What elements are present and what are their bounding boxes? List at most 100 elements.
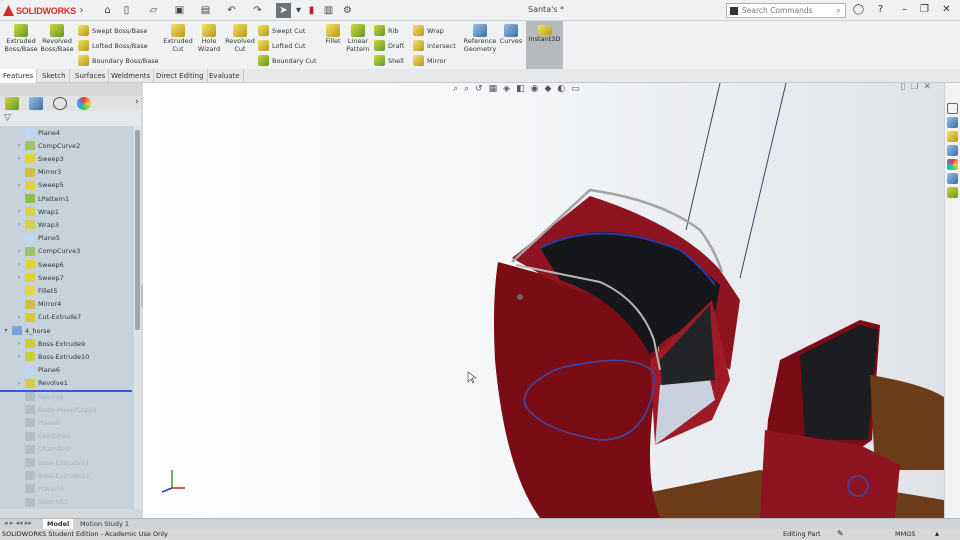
- extruded-boss-button[interactable]: Extruded Boss/Base: [4, 22, 38, 53]
- tab-model[interactable]: Model: [43, 519, 74, 529]
- rebuild-status-icon[interactable]: ✎: [837, 529, 844, 538]
- extruded-cut-button[interactable]: Extruded Cut: [162, 22, 194, 53]
- expand-arrow-icon[interactable]: ›: [15, 182, 23, 189]
- tree-node[interactable]: Body-Move/Copy1: [15, 403, 97, 416]
- file-properties-icon[interactable]: ▥: [321, 3, 336, 18]
- filter-icon[interactable]: ▽: [4, 113, 11, 123]
- expand-arrow-icon[interactable]: ›: [15, 314, 23, 321]
- expand-arrow-icon[interactable]: ›: [15, 248, 23, 255]
- tree-node[interactable]: › Revolve1: [15, 377, 68, 390]
- new-document-icon[interactable]: ▯: [119, 3, 134, 18]
- restore-button[interactable]: ❐: [918, 4, 931, 17]
- save-icon[interactable]: ▣: [172, 3, 187, 18]
- tab-scroll-arrows[interactable]: ◂ ▸ ◂◂ ▸▸: [4, 519, 32, 527]
- user-icon[interactable]: ◯: [852, 4, 865, 17]
- linear-pattern-button[interactable]: Linear Pattern: [345, 22, 371, 53]
- tree-node[interactable]: Plane4: [15, 126, 60, 139]
- tree-node[interactable]: › CompCurve2: [15, 139, 80, 152]
- options-gear-icon[interactable]: ⚙: [340, 3, 355, 18]
- tree-node[interactable]: › Sweep5: [15, 179, 64, 192]
- select-pointer-icon[interactable]: ➤: [276, 3, 291, 18]
- wrap-button[interactable]: Wrap: [413, 24, 444, 37]
- expand-arrow-icon[interactable]: ›: [15, 221, 23, 228]
- expand-arrow-icon[interactable]: ▾: [2, 327, 10, 334]
- draft-button[interactable]: Draft: [374, 39, 404, 52]
- rollback-bar[interactable]: [0, 390, 132, 392]
- tree-node[interactable]: Sketch51: [15, 496, 68, 509]
- tab-motion-study-1[interactable]: Motion Study 1: [76, 519, 133, 529]
- search-icon[interactable]: ⌕: [836, 6, 841, 16]
- previous-view-icon[interactable]: ↺: [475, 84, 489, 94]
- tree-node[interactable]: ▾ 4_horse: [2, 324, 51, 337]
- configuration-manager-icon[interactable]: [53, 97, 67, 110]
- appearances-icon[interactable]: [947, 159, 958, 170]
- help-icon[interactable]: ?: [874, 4, 887, 17]
- minimize-button[interactable]: –: [898, 4, 911, 17]
- tab-features[interactable]: Features: [0, 69, 38, 83]
- tree-node[interactable]: › Sweep6: [15, 258, 64, 271]
- boundary-boss-button[interactable]: Boundary Boss/Base: [78, 54, 159, 67]
- view-orientation-icon[interactable]: ◈: [503, 84, 516, 94]
- intersect-button[interactable]: Intersect: [413, 39, 456, 52]
- view-palette-icon[interactable]: [947, 145, 958, 156]
- tree-node[interactable]: › Sweep3: [15, 152, 64, 165]
- section-view-icon[interactable]: ▦: [489, 84, 504, 94]
- design-library-icon[interactable]: [947, 117, 958, 128]
- edit-appearance-icon[interactable]: ◆: [544, 84, 557, 94]
- expand-arrow-icon[interactable]: ›: [15, 380, 23, 387]
- tab-surfaces[interactable]: Surfaces: [72, 69, 110, 83]
- tree-node[interactable]: › Boss-Extrude9: [15, 337, 85, 350]
- expand-arrow-icon[interactable]: ›: [15, 340, 23, 347]
- solidworks-logo[interactable]: SOLIDWORKS: [3, 4, 76, 17]
- tree-scrollbar[interactable]: [134, 126, 141, 509]
- panel-expand-icon[interactable]: ›: [130, 97, 144, 110]
- hole-wizard-button[interactable]: Hole Wizard: [194, 22, 224, 53]
- feature-manager-icon[interactable]: [5, 97, 19, 110]
- tree-node[interactable]: › Wrap1: [15, 205, 59, 218]
- display-style-icon[interactable]: ◧: [516, 84, 531, 94]
- expand-arrow-icon[interactable]: ›: [15, 261, 23, 268]
- lofted-boss-button[interactable]: Lofted Boss/Base: [78, 39, 148, 52]
- search-commands-input[interactable]: Search Commands ⌕: [726, 3, 846, 18]
- zoom-area-icon[interactable]: ⌕: [464, 84, 475, 94]
- graphics-viewport[interactable]: ⌕⌕↺▦◈◧◉◆◐▭ ▯❐✕: [143, 83, 944, 518]
- rebuild-icon[interactable]: ▮: [304, 3, 319, 18]
- expand-arrow-icon[interactable]: ›: [15, 142, 23, 149]
- tree-node[interactable]: Boss-Extrude11: [15, 456, 89, 469]
- tree-node[interactable]: › Boss-Extrude10: [15, 350, 89, 363]
- viewport-close-icon[interactable]: ✕: [923, 83, 936, 92]
- tree-node[interactable]: › Sweep7: [15, 271, 64, 284]
- tree-scrollbar-thumb[interactable]: [135, 130, 140, 330]
- custom-properties-icon[interactable]: [947, 173, 958, 184]
- rib-button[interactable]: Rib: [374, 24, 398, 37]
- tree-node[interactable]: Plane10: [15, 482, 64, 495]
- mirror-button[interactable]: Mirror: [413, 54, 446, 67]
- tree-node[interactable]: Mirror4: [15, 298, 61, 311]
- expand-arrow-icon[interactable]: ›: [15, 208, 23, 215]
- home-icon[interactable]: ⌂: [100, 3, 115, 18]
- reference-geometry-button[interactable]: Reference Geometry: [461, 22, 499, 53]
- file-explorer-icon[interactable]: [947, 131, 958, 142]
- home-resources-icon[interactable]: [947, 103, 958, 114]
- units-selector[interactable]: MMGS: [895, 530, 915, 538]
- open-icon[interactable]: ▱: [146, 3, 161, 18]
- tree-node[interactable]: Plane6: [15, 364, 60, 377]
- menu-arrow-icon[interactable]: ›: [74, 3, 89, 18]
- tree-node[interactable]: Plane9: [15, 416, 60, 429]
- undo-icon[interactable]: ↶: [224, 3, 239, 18]
- tree-node[interactable]: Mirror3: [15, 166, 61, 179]
- tree-node[interactable]: Boss-Extrude12: [15, 469, 89, 482]
- zoom-to-fit-icon[interactable]: ⌕: [453, 84, 464, 94]
- swept-cut-button[interactable]: Swept Cut: [258, 24, 305, 37]
- tab-evaluate[interactable]: Evaluate: [206, 69, 244, 83]
- viewport-restore-icon[interactable]: ❐: [910, 83, 923, 92]
- expand-arrow-icon[interactable]: ›: [15, 274, 23, 281]
- apply-scene-icon[interactable]: ◐: [557, 84, 571, 94]
- viewport-window-controls[interactable]: ▯❐✕: [900, 83, 936, 92]
- tree-node[interactable]: Chamfer1: [15, 443, 70, 456]
- tab-sketch[interactable]: Sketch: [39, 69, 70, 83]
- instant3d-button[interactable]: Instant3D: [526, 21, 563, 69]
- tree-node[interactable]: Plane5: [15, 232, 60, 245]
- tab-weldments[interactable]: Weldments: [108, 69, 155, 83]
- redo-icon[interactable]: ↷: [250, 3, 265, 18]
